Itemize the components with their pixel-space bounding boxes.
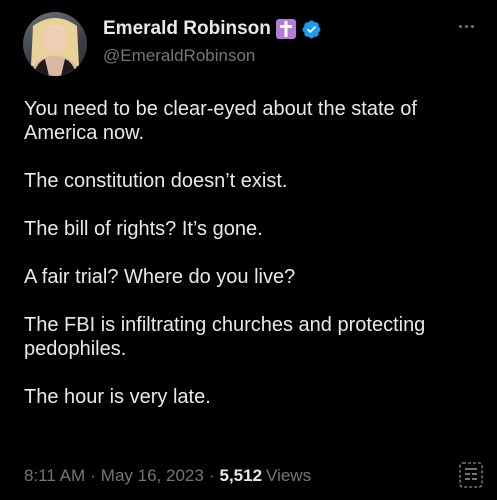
views-label: Views — [266, 466, 312, 485]
display-name[interactable]: Emerald Robinson — [103, 18, 271, 40]
verified-badge-icon — [301, 19, 322, 40]
tweet-paragraph: You need to be clear-eyed about the stat… — [24, 98, 417, 144]
analytics-icon[interactable] — [458, 460, 484, 490]
cross-icon — [275, 19, 296, 39]
tweet-paragraph: A fair trial? Where do you live? — [24, 266, 296, 288]
tweet-time[interactable]: 8:11 AM — [24, 466, 85, 486]
author-handle[interactable]: @EmeraldRobinson — [103, 46, 255, 66]
avatar[interactable] — [23, 12, 87, 76]
separator: · — [208, 466, 215, 485]
separator: · — [90, 466, 96, 485]
tweet-paragraph: The FBI is infiltrating churches and pro… — [24, 314, 426, 360]
tweet-paragraph: The bill of rights? It’s gone. — [24, 218, 263, 240]
tweet-text: You need to be clear-eyed about the stat… — [24, 97, 484, 433]
tweet-header: Emerald Robinson @EmeraldRobinson — [23, 12, 483, 76]
tweet-footer: 8:11 AM · May 16, 2023 · 5,512 Views — [24, 462, 484, 488]
tweet-paragraph: The constitution doesn’t exist. — [24, 170, 288, 192]
tweet-date[interactable]: May 16, 2023 — [101, 466, 204, 486]
more-options-icon[interactable] — [459, 20, 483, 32]
views-count: 5,512 — [219, 466, 263, 485]
tweet-paragraph: The hour is very late. — [24, 386, 211, 408]
